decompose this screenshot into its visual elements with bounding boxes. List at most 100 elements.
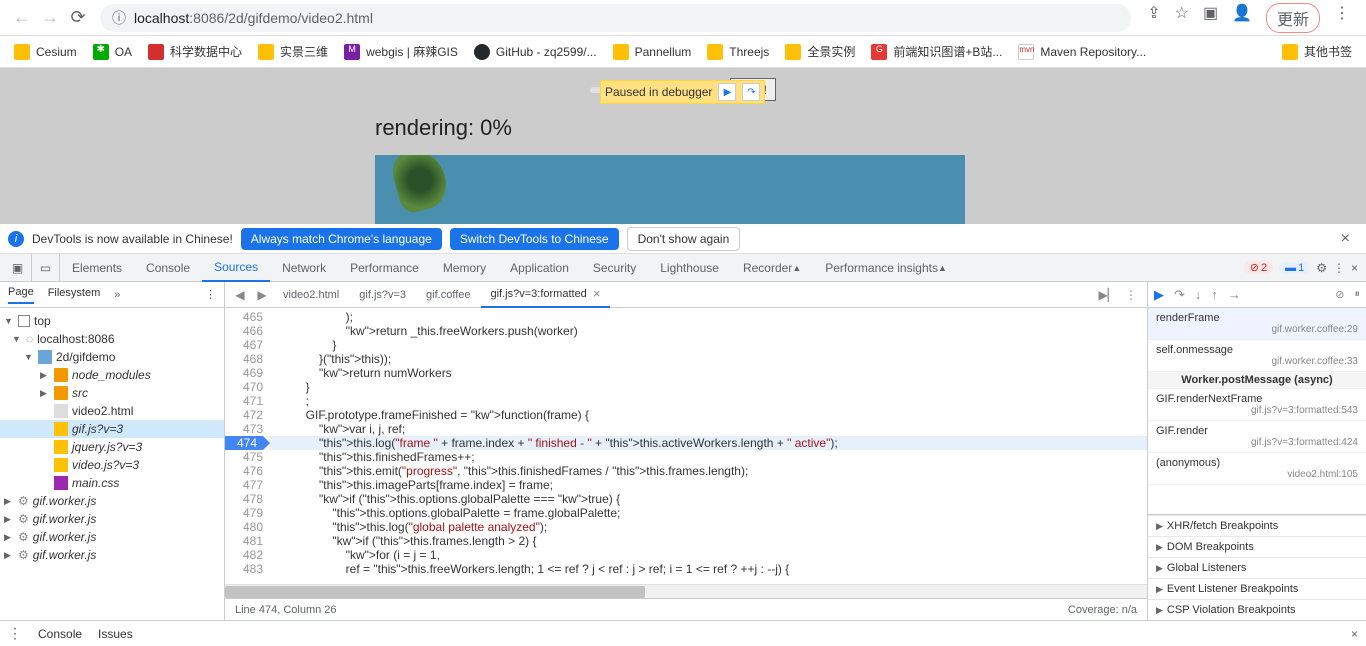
code-area[interactable]: 4654664674684694704714724734744754764774… (225, 308, 1147, 584)
device-icon[interactable]: ▭ (32, 254, 60, 282)
drawer-close-icon[interactable]: × (1351, 627, 1358, 641)
tree-worker[interactable]: ▶⚙gif.worker.js (0, 528, 224, 546)
devtools-tab[interactable]: Lighthouse (648, 254, 731, 282)
devtools-tab[interactable]: Console (134, 254, 202, 282)
drawer-menu-icon[interactable]: ⋮ (8, 625, 22, 642)
tree-file[interactable]: video.js?v=3 (0, 456, 224, 474)
switch-chinese-button[interactable]: Switch DevTools to Chinese (450, 228, 619, 250)
bookmark-item[interactable]: Mwebgis | 麻辣GIS (338, 39, 464, 64)
extensions-icon[interactable]: ▣ (1203, 3, 1218, 33)
tree-file[interactable]: gif.js?v=3 (0, 420, 224, 438)
tree-file[interactable]: main.css (0, 474, 224, 492)
tree-worker[interactable]: ▶⚙gif.worker.js (0, 510, 224, 528)
bookmark-item[interactable]: 全景实例 (779, 39, 861, 64)
profile-icon[interactable]: 👤 (1232, 3, 1252, 33)
devtools-tab[interactable]: Sources (202, 254, 270, 282)
devtools-close-icon[interactable]: × (1351, 261, 1358, 275)
bookmark-item[interactable]: Threejs (701, 40, 775, 64)
code-tab[interactable]: video2.html (273, 282, 349, 308)
devtools-tab[interactable]: Network (270, 254, 338, 282)
error-badge[interactable]: ⊘2 (1244, 261, 1273, 274)
code-lines[interactable]: ); "kw">return _this.freeWorkers.push(wo… (269, 308, 1147, 584)
bookmark-item[interactable]: 实景三维 (252, 39, 334, 64)
line-gutter[interactable]: 4654664674684694704714724734744754764774… (225, 308, 269, 584)
step-button[interactable]: → (1228, 287, 1241, 302)
tree-src[interactable]: ▶src (0, 384, 224, 402)
settings-icon[interactable]: ⚙ (1316, 261, 1327, 275)
callstack-item[interactable]: (anonymous)video2.html:105 (1148, 453, 1366, 485)
code-tab[interactable]: gif.js?v=3 (349, 282, 416, 308)
chrome-menu-icon[interactable]: ⋮ (1334, 3, 1350, 33)
tree-worker[interactable]: ▶⚙gif.worker.js (0, 492, 224, 510)
breakpoint-section[interactable]: ▶XHR/fetch Breakpoints (1148, 515, 1366, 536)
tree-worker[interactable]: ▶⚙gif.worker.js (0, 546, 224, 564)
step-over-button[interactable]: ↷ (1174, 287, 1185, 303)
star-icon[interactable]: ☆ (1175, 3, 1189, 33)
reload-button[interactable]: ⟳ (64, 4, 92, 32)
url-bar[interactable]: ⓘ localhost:8086/2d/gifdemo/video2.html (100, 4, 1131, 32)
devtools-tab[interactable]: Performance (338, 254, 431, 282)
bookmark-item[interactable]: GitHub - zq2599/... (468, 40, 603, 64)
rendering-text: rendering: 0% (375, 115, 512, 141)
resume-icon[interactable]: ▶ (718, 83, 736, 101)
update-button[interactable]: 更新 (1266, 3, 1320, 33)
horizontal-scrollbar[interactable] (225, 584, 1147, 598)
tree-nm[interactable]: ▶node_modules (0, 366, 224, 384)
bookmark-item[interactable]: ✱OA (87, 40, 138, 64)
back-button[interactable]: ← (8, 4, 36, 32)
drawer-console-tab[interactable]: Console (38, 627, 82, 641)
filesystem-tab[interactable]: Filesystem (48, 287, 101, 303)
bookmark-item[interactable]: 其他书签 (1276, 39, 1358, 64)
page-tab[interactable]: Page (8, 286, 34, 304)
tree-file[interactable]: video2.html (0, 402, 224, 420)
code-menu-icon[interactable]: ⋮ (1125, 288, 1137, 302)
devtools-tab[interactable]: Elements (60, 254, 134, 282)
devtools-tab[interactable]: Memory (431, 254, 498, 282)
callstack-item[interactable]: GIF.rendergif.js?v=3:formatted:424 (1148, 421, 1366, 453)
breakpoint-section[interactable]: ▶Global Listeners (1148, 557, 1366, 578)
tabs-nav-right-icon[interactable]: ▶ (251, 288, 273, 302)
bookmark-item[interactable]: 科学数据中心 (142, 39, 248, 64)
tree-path[interactable]: ▼2d/gifdemo (0, 348, 224, 366)
drawer-issues-tab[interactable]: Issues (98, 627, 133, 641)
callstack-item[interactable]: GIF.renderNextFramegif.js?v=3:formatted:… (1148, 389, 1366, 421)
step-over-icon[interactable]: ↷ (742, 83, 760, 101)
callstack-item[interactable]: self.onmessagegif.worker.coffee:33 (1148, 340, 1366, 372)
scroll-thumb[interactable] (225, 586, 645, 598)
devtools-tab[interactable]: Recorder ▲ (731, 254, 813, 282)
callstack-item[interactable]: renderFramegif.worker.coffee:29 (1148, 308, 1366, 340)
step-out-button[interactable]: ↑ (1211, 287, 1218, 302)
bookmark-item[interactable]: G前端知识图谱+B站... (865, 39, 1008, 64)
pause-exception-icon[interactable]: ⏸ (1355, 288, 1361, 301)
bookmark-item[interactable]: Cesium (8, 40, 83, 64)
code-tab[interactable]: gif.js?v=3:formatted× (481, 282, 611, 308)
tree-top[interactable]: ▼top (0, 312, 224, 330)
match-language-button[interactable]: Always match Chrome's language (241, 228, 442, 250)
tabs-nav-left-icon[interactable]: ◀ (229, 288, 251, 302)
close-icon[interactable]: × (1333, 230, 1358, 248)
callstack-item[interactable]: Worker.postMessage (async) (1148, 372, 1366, 389)
share-icon[interactable]: ⇪ (1147, 3, 1160, 33)
tree-file[interactable]: jquery.js?v=3 (0, 438, 224, 456)
bookmark-item[interactable]: mvnMaven Repository... (1012, 40, 1152, 64)
breakpoint-section[interactable]: ▶Event Listener Breakpoints (1148, 578, 1366, 599)
code-nav-icon[interactable]: ▶▏ (1099, 288, 1117, 302)
more-tabs-icon[interactable]: » (114, 289, 120, 301)
tree-host[interactable]: ▼◌localhost:8086 (0, 330, 224, 348)
bookmark-item[interactable]: Pannellum (607, 40, 698, 64)
nav-menu-icon[interactable]: ⋮ (205, 288, 216, 301)
resume-button[interactable]: ▶ (1154, 287, 1164, 303)
deactivate-bp-icon[interactable]: ⊘ (1335, 288, 1344, 301)
dont-show-button[interactable]: Don't show again (627, 227, 741, 251)
forward-button[interactable]: → (36, 4, 64, 32)
breakpoint-section[interactable]: ▶DOM Breakpoints (1148, 536, 1366, 557)
devtools-tab[interactable]: Security (581, 254, 648, 282)
step-into-button[interactable]: ↓ (1195, 287, 1202, 302)
code-tab[interactable]: gif.coffee (416, 282, 480, 308)
issues-badge[interactable]: ▬1 (1279, 262, 1310, 274)
devtools-menu-icon[interactable]: ⋮ (1333, 261, 1345, 275)
devtools-tab[interactable]: Performance insights ▲ (813, 254, 959, 282)
inspect-icon[interactable]: ▣ (4, 254, 32, 282)
devtools-tab[interactable]: Application (498, 254, 581, 282)
breakpoint-section[interactable]: ▶CSP Violation Breakpoints (1148, 599, 1366, 620)
